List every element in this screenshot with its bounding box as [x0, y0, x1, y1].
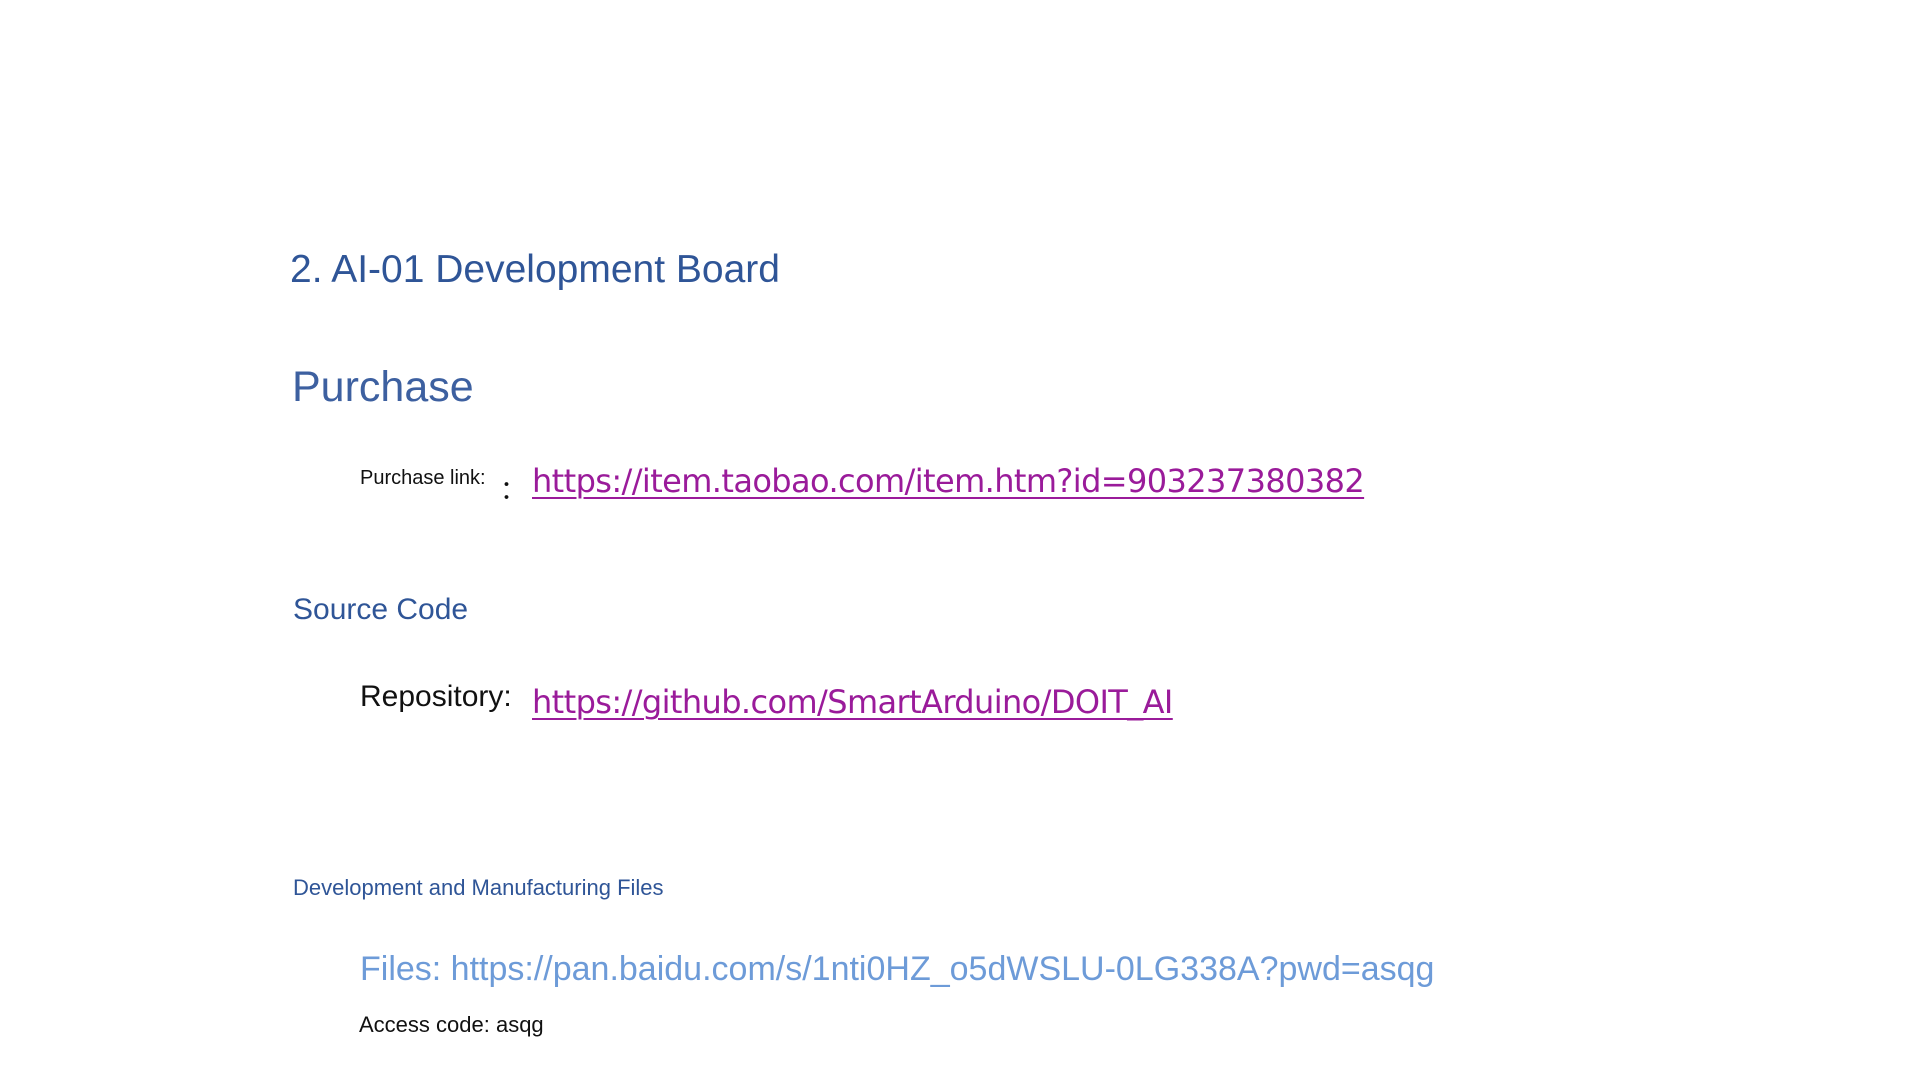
source-code-heading: Source Code — [293, 593, 469, 626]
purchase-heading: Purchase — [292, 363, 474, 411]
repository-label: Repository: — [360, 680, 512, 713]
purchase-link-colon: ： — [500, 475, 527, 505]
purchase-link-label: Purchase link: — [360, 467, 486, 489]
dev-files-heading: Development and Manufacturing Files — [293, 875, 664, 900]
files-link[interactable]: Files: https://pan.baidu.com/s/1nti0HZ_o… — [360, 950, 1434, 989]
repository-link[interactable]: https://github.com/SmartArduino/DOIT_AI — [532, 683, 1173, 721]
purchase-link[interactable]: https://item.taobao.com/item.htm?id=9032… — [532, 462, 1365, 500]
section-heading: 2. AI-01 Development Board — [290, 248, 780, 291]
access-code-text: Access code: asqg — [359, 1012, 544, 1037]
